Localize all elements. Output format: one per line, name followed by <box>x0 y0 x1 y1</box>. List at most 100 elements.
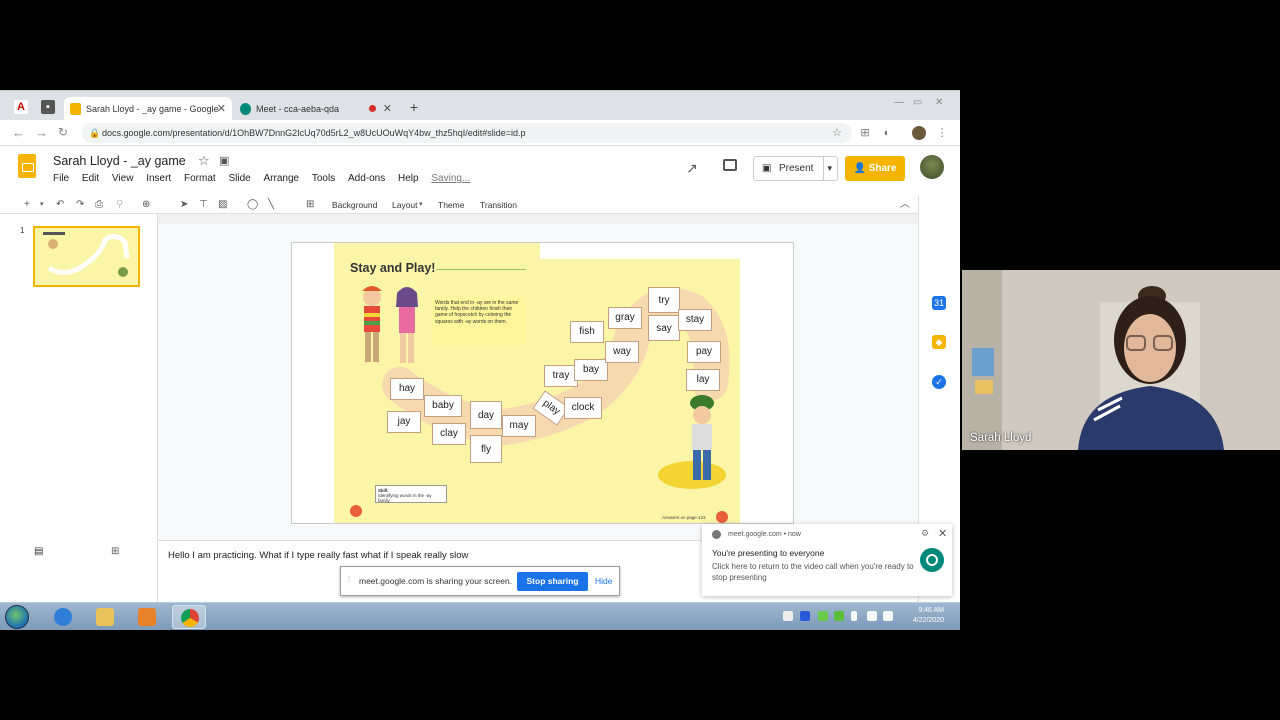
zoom-icon[interactable]: ⊕ <box>142 198 150 212</box>
collapse-toolbar-icon[interactable]: ︿ <box>900 198 910 212</box>
keep-icon[interactable]: ◆ <box>932 335 946 349</box>
start-button[interactable] <box>5 605 29 629</box>
url-field[interactable]: 🔒 docs.google.com/presentation/d/1OhBW7D… <box>82 123 852 143</box>
flag-icon[interactable] <box>783 611 793 621</box>
word-square: jay <box>387 411 421 433</box>
star-icon[interactable]: ☆ <box>198 153 210 169</box>
speaker-notes-text[interactable]: Hello I am practicing. What if I type re… <box>168 550 468 561</box>
redo-icon[interactable]: ↷ <box>76 198 84 212</box>
slide-canvas[interactable]: Stay and Play! Words that end in -ay are… <box>291 242 794 524</box>
tab-label: Sarah Lloyd - _ay game - Google <box>86 104 219 114</box>
word-square: try <box>648 287 680 313</box>
new-slide-icon[interactable]: + <box>24 198 30 212</box>
theme-button[interactable]: Theme <box>438 198 464 212</box>
menu-slide[interactable]: Slide <box>228 173 250 184</box>
folder-icon <box>96 608 114 626</box>
extension-grid-icon[interactable]: ⊞ <box>858 126 872 140</box>
presenting-notification[interactable]: meet.google.com • now ⚙ ✕ You're present… <box>702 524 952 596</box>
textbox-icon[interactable]: ⊤ <box>199 198 208 212</box>
new-tab-icon[interactable]: + <box>407 100 421 114</box>
layout-button[interactable]: Layout <box>392 198 418 212</box>
menu-insert[interactable]: Insert <box>146 173 171 184</box>
minimize-icon[interactable]: — <box>894 97 904 108</box>
activity-trend-icon[interactable]: ↗ <box>686 160 698 177</box>
comment-add-icon[interactable]: ⊞ <box>306 198 314 212</box>
print-icon[interactable]: ⎙ <box>95 198 103 212</box>
document-title[interactable]: Sarah Lloyd - _ay game <box>53 154 186 168</box>
taskbar-explorer[interactable] <box>88 605 122 629</box>
menu-help[interactable]: Help <box>398 173 419 184</box>
back-icon[interactable]: ← <box>12 125 25 140</box>
menu-addons[interactable]: Add-ons <box>348 173 385 184</box>
filmstrip-view-icon[interactable]: ▤ <box>34 546 43 557</box>
children-illustration <box>362 286 418 363</box>
layout-dropdown-icon[interactable]: ▾ <box>419 198 423 212</box>
tray-battery-icon[interactable] <box>851 611 857 621</box>
undo-icon[interactable]: ↶ <box>56 198 64 212</box>
hide-button[interactable]: Hide <box>595 576 612 586</box>
menu-format[interactable]: Format <box>184 173 216 184</box>
network-icon[interactable] <box>867 611 877 621</box>
save-status: Saving... <box>431 173 471 184</box>
bookmark-star-icon[interactable]: ☆ <box>830 126 844 140</box>
clock-time: 9:46 AM <box>918 607 944 614</box>
paint-format-icon[interactable]: ⚲ <box>116 198 123 212</box>
word-square: may <box>502 415 536 437</box>
tray-update-icon[interactable] <box>834 611 844 621</box>
browser-window: A ▪ Sarah Lloyd - _ay game - Google ✕ Me… <box>0 90 960 630</box>
new-slide-dropdown-icon[interactable]: ▾ <box>40 198 44 212</box>
slides-header: Sarah Lloyd - _ay game ☆ ▣ File Edit Vie… <box>0 146 960 196</box>
image-icon[interactable]: ▨ <box>218 198 227 212</box>
forward-icon[interactable]: → <box>35 125 48 140</box>
browser-menu-icon[interactable]: ⋮ <box>935 126 949 140</box>
account-avatar[interactable] <box>920 155 944 179</box>
menu-view[interactable]: View <box>112 173 134 184</box>
extension-icon[interactable]: ◐ <box>880 126 894 140</box>
transition-button[interactable]: Transition <box>480 198 517 212</box>
tasks-icon[interactable]: ✓ <box>932 375 946 389</box>
volume-icon[interactable] <box>883 611 893 621</box>
gear-icon[interactable]: ⚙ <box>921 528 929 539</box>
menu-edit[interactable]: Edit <box>82 173 99 184</box>
present-button[interactable]: ▣ Present ▾ <box>753 156 838 181</box>
word-square: lay <box>686 369 720 391</box>
close-window-icon[interactable]: ✕ <box>935 97 943 108</box>
profile-icon[interactable] <box>912 126 926 140</box>
menu-tools[interactable]: Tools <box>312 173 335 184</box>
maximize-icon[interactable]: ▭ <box>913 97 922 108</box>
share-button[interactable]: 👤 Share <box>845 156 905 181</box>
close-tab-icon[interactable]: ✕ <box>217 97 226 121</box>
background-button[interactable]: Background <box>332 198 377 212</box>
shape-icon[interactable]: ◯ <box>247 198 258 212</box>
tab-meet[interactable]: Meet - cca-aeba-qda ✕ <box>234 97 398 121</box>
taskbar: 9:46 AM 4/22/2020 <box>0 602 960 630</box>
reload-icon[interactable]: ↻ <box>58 125 68 139</box>
slide-thumbnail[interactable] <box>33 226 140 287</box>
taskbar-chrome[interactable] <box>172 605 206 629</box>
close-icon[interactable]: ✕ <box>938 527 947 540</box>
system-clock[interactable]: 9:46 AM 4/22/2020 <box>898 606 944 626</box>
grid-view-icon[interactable]: ⊞ <box>111 546 119 557</box>
window-menu-icon[interactable]: ▪ <box>41 100 55 114</box>
comment-icon[interactable] <box>723 159 737 171</box>
stop-sharing-button[interactable]: Stop sharing <box>517 572 588 591</box>
select-icon[interactable]: ➤ <box>180 198 188 212</box>
move-folder-icon[interactable]: ▣ <box>219 154 229 167</box>
present-dropdown-icon[interactable]: ▾ <box>823 157 835 180</box>
line-icon[interactable]: ╲ <box>268 198 274 212</box>
menu-arrange[interactable]: Arrange <box>263 173 299 184</box>
slides-logo-icon[interactable] <box>18 154 36 178</box>
word-square: baby <box>424 395 462 417</box>
drag-handle-icon[interactable]: ⁞ <box>348 575 350 584</box>
tray-app-icon[interactable] <box>800 611 810 621</box>
share-label: Share <box>868 163 897 174</box>
app-launcher-icon[interactable]: A <box>14 100 28 114</box>
taskbar-ie[interactable] <box>46 605 80 629</box>
taskbar-media[interactable] <box>130 605 164 629</box>
calendar-icon[interactable]: 31 <box>932 296 946 310</box>
tray-security-icon[interactable] <box>818 611 828 621</box>
tab-slides[interactable]: Sarah Lloyd - _ay game - Google ✕ <box>64 97 232 121</box>
menu-file[interactable]: File <box>53 173 69 184</box>
close-tab-icon[interactable]: ✕ <box>383 97 392 121</box>
filmstrip: 1 <box>0 214 158 627</box>
